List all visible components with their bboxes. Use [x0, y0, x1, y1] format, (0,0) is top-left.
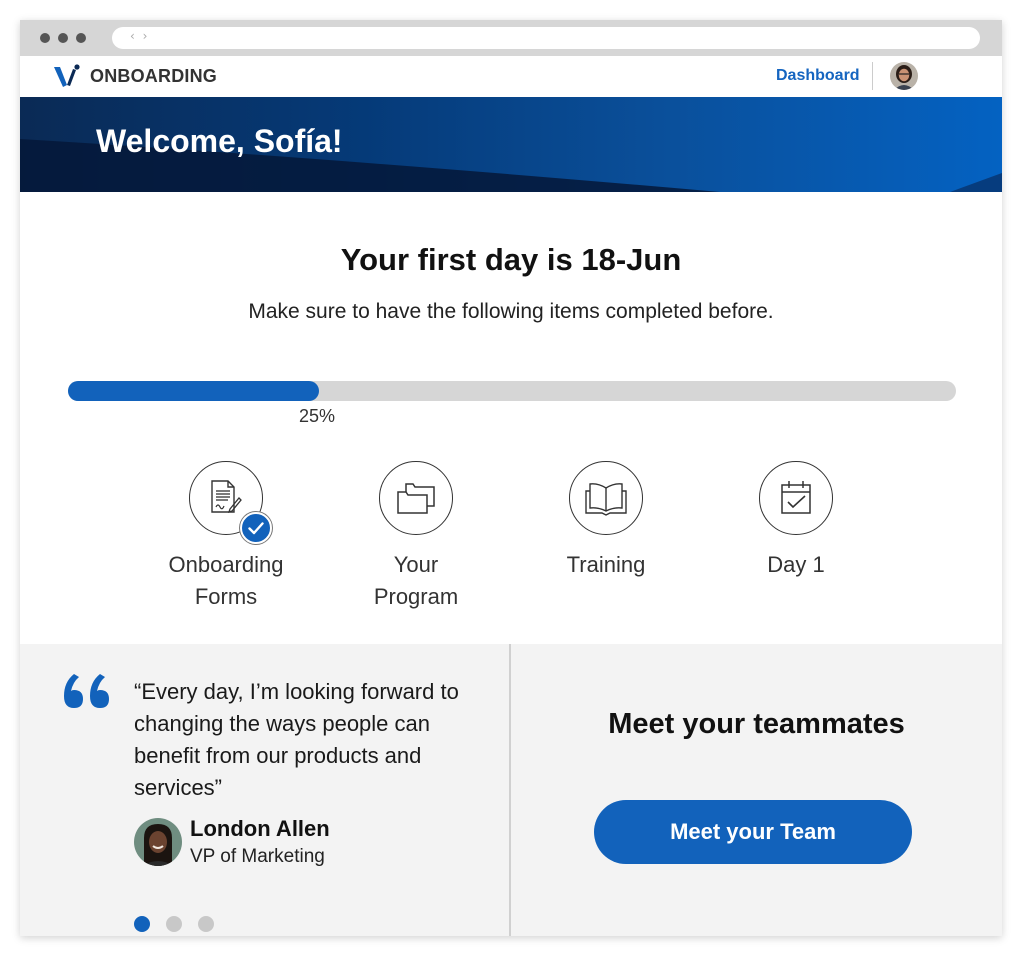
document-signature-icon	[211, 480, 242, 514]
completed-check-badge	[240, 512, 272, 544]
v-logo-icon[interactable]	[54, 64, 80, 88]
welcome-title: Welcome, Sofía!	[96, 123, 343, 159]
window-dot[interactable]	[76, 33, 86, 43]
onboarding-progress-bar	[68, 381, 956, 401]
app-title: ONBOARDING	[90, 66, 217, 86]
window-dot[interactable]	[58, 33, 68, 43]
testimonial-pager	[134, 916, 214, 932]
step-icon-circle[interactable]	[379, 461, 453, 535]
step-label: Onboarding Forms	[168, 552, 284, 609]
step-your-program[interactable]: Your Program	[341, 461, 491, 613]
first-day-section: Your first day is 18-Jun Make sure to ha…	[20, 192, 1002, 644]
address-bar[interactable]: ‹ ›	[112, 27, 980, 49]
welcome-banner: Welcome, Sofía!	[20, 97, 1002, 192]
step-onboarding-forms[interactable]: Onboarding Forms	[151, 461, 301, 613]
window-controls	[40, 33, 86, 43]
meet-your-team-button[interactable]: Meet your Team	[594, 800, 912, 864]
open-book-icon	[585, 483, 627, 516]
folders-icon	[397, 483, 435, 514]
window-dot[interactable]	[40, 33, 50, 43]
step-label: Training	[566, 552, 646, 577]
step-day-1[interactable]: Day 1	[721, 461, 871, 581]
teammates-title: Meet your teammates	[608, 708, 905, 740]
browser-chrome: ‹ ›	[20, 20, 1002, 56]
browser-window: ‹ › ONBOARDING Dashboard Welcome, Sofía!	[20, 20, 1002, 936]
author-role: VP of Marketing	[190, 846, 325, 867]
quote-mark-icon	[64, 674, 109, 708]
pager-dot-2[interactable]	[166, 916, 182, 932]
progress-percent-label: 25%	[299, 406, 336, 426]
author-avatar	[134, 818, 182, 866]
panel-divider	[509, 644, 511, 936]
nav-arrows-icon[interactable]: ‹ ›	[130, 29, 149, 43]
calendar-check-icon	[781, 481, 811, 514]
step-label: Day 1	[767, 552, 825, 577]
nav-divider	[872, 62, 873, 90]
pager-dot-1[interactable]	[134, 916, 150, 932]
dashboard-link[interactable]: Dashboard	[776, 67, 860, 85]
step-icon-circle[interactable]	[569, 461, 643, 535]
pager-dot-3[interactable]	[198, 916, 214, 932]
step-training[interactable]: Training	[531, 461, 681, 581]
author-name: London Allen	[190, 816, 330, 841]
progress-fill	[68, 381, 319, 401]
user-avatar[interactable]	[890, 62, 918, 90]
onboarding-steps: Onboarding Forms Your Program Training D…	[20, 461, 1002, 621]
top-navbar: ONBOARDING Dashboard	[20, 56, 1002, 97]
first-day-heading: Your first day is 18-Jun	[340, 242, 682, 277]
bottom-panels: “Every day, I’m looking forward to chang…	[20, 644, 1002, 936]
step-label: Your Program	[373, 552, 459, 609]
check-icon	[248, 522, 264, 535]
testimonial-quote: “Every day, I’m looking forward to chang…	[134, 679, 459, 800]
step-icon-circle[interactable]	[189, 461, 272, 544]
step-icon-circle[interactable]	[759, 461, 833, 535]
first-day-subheading: Make sure to have the following items co…	[248, 300, 774, 323]
